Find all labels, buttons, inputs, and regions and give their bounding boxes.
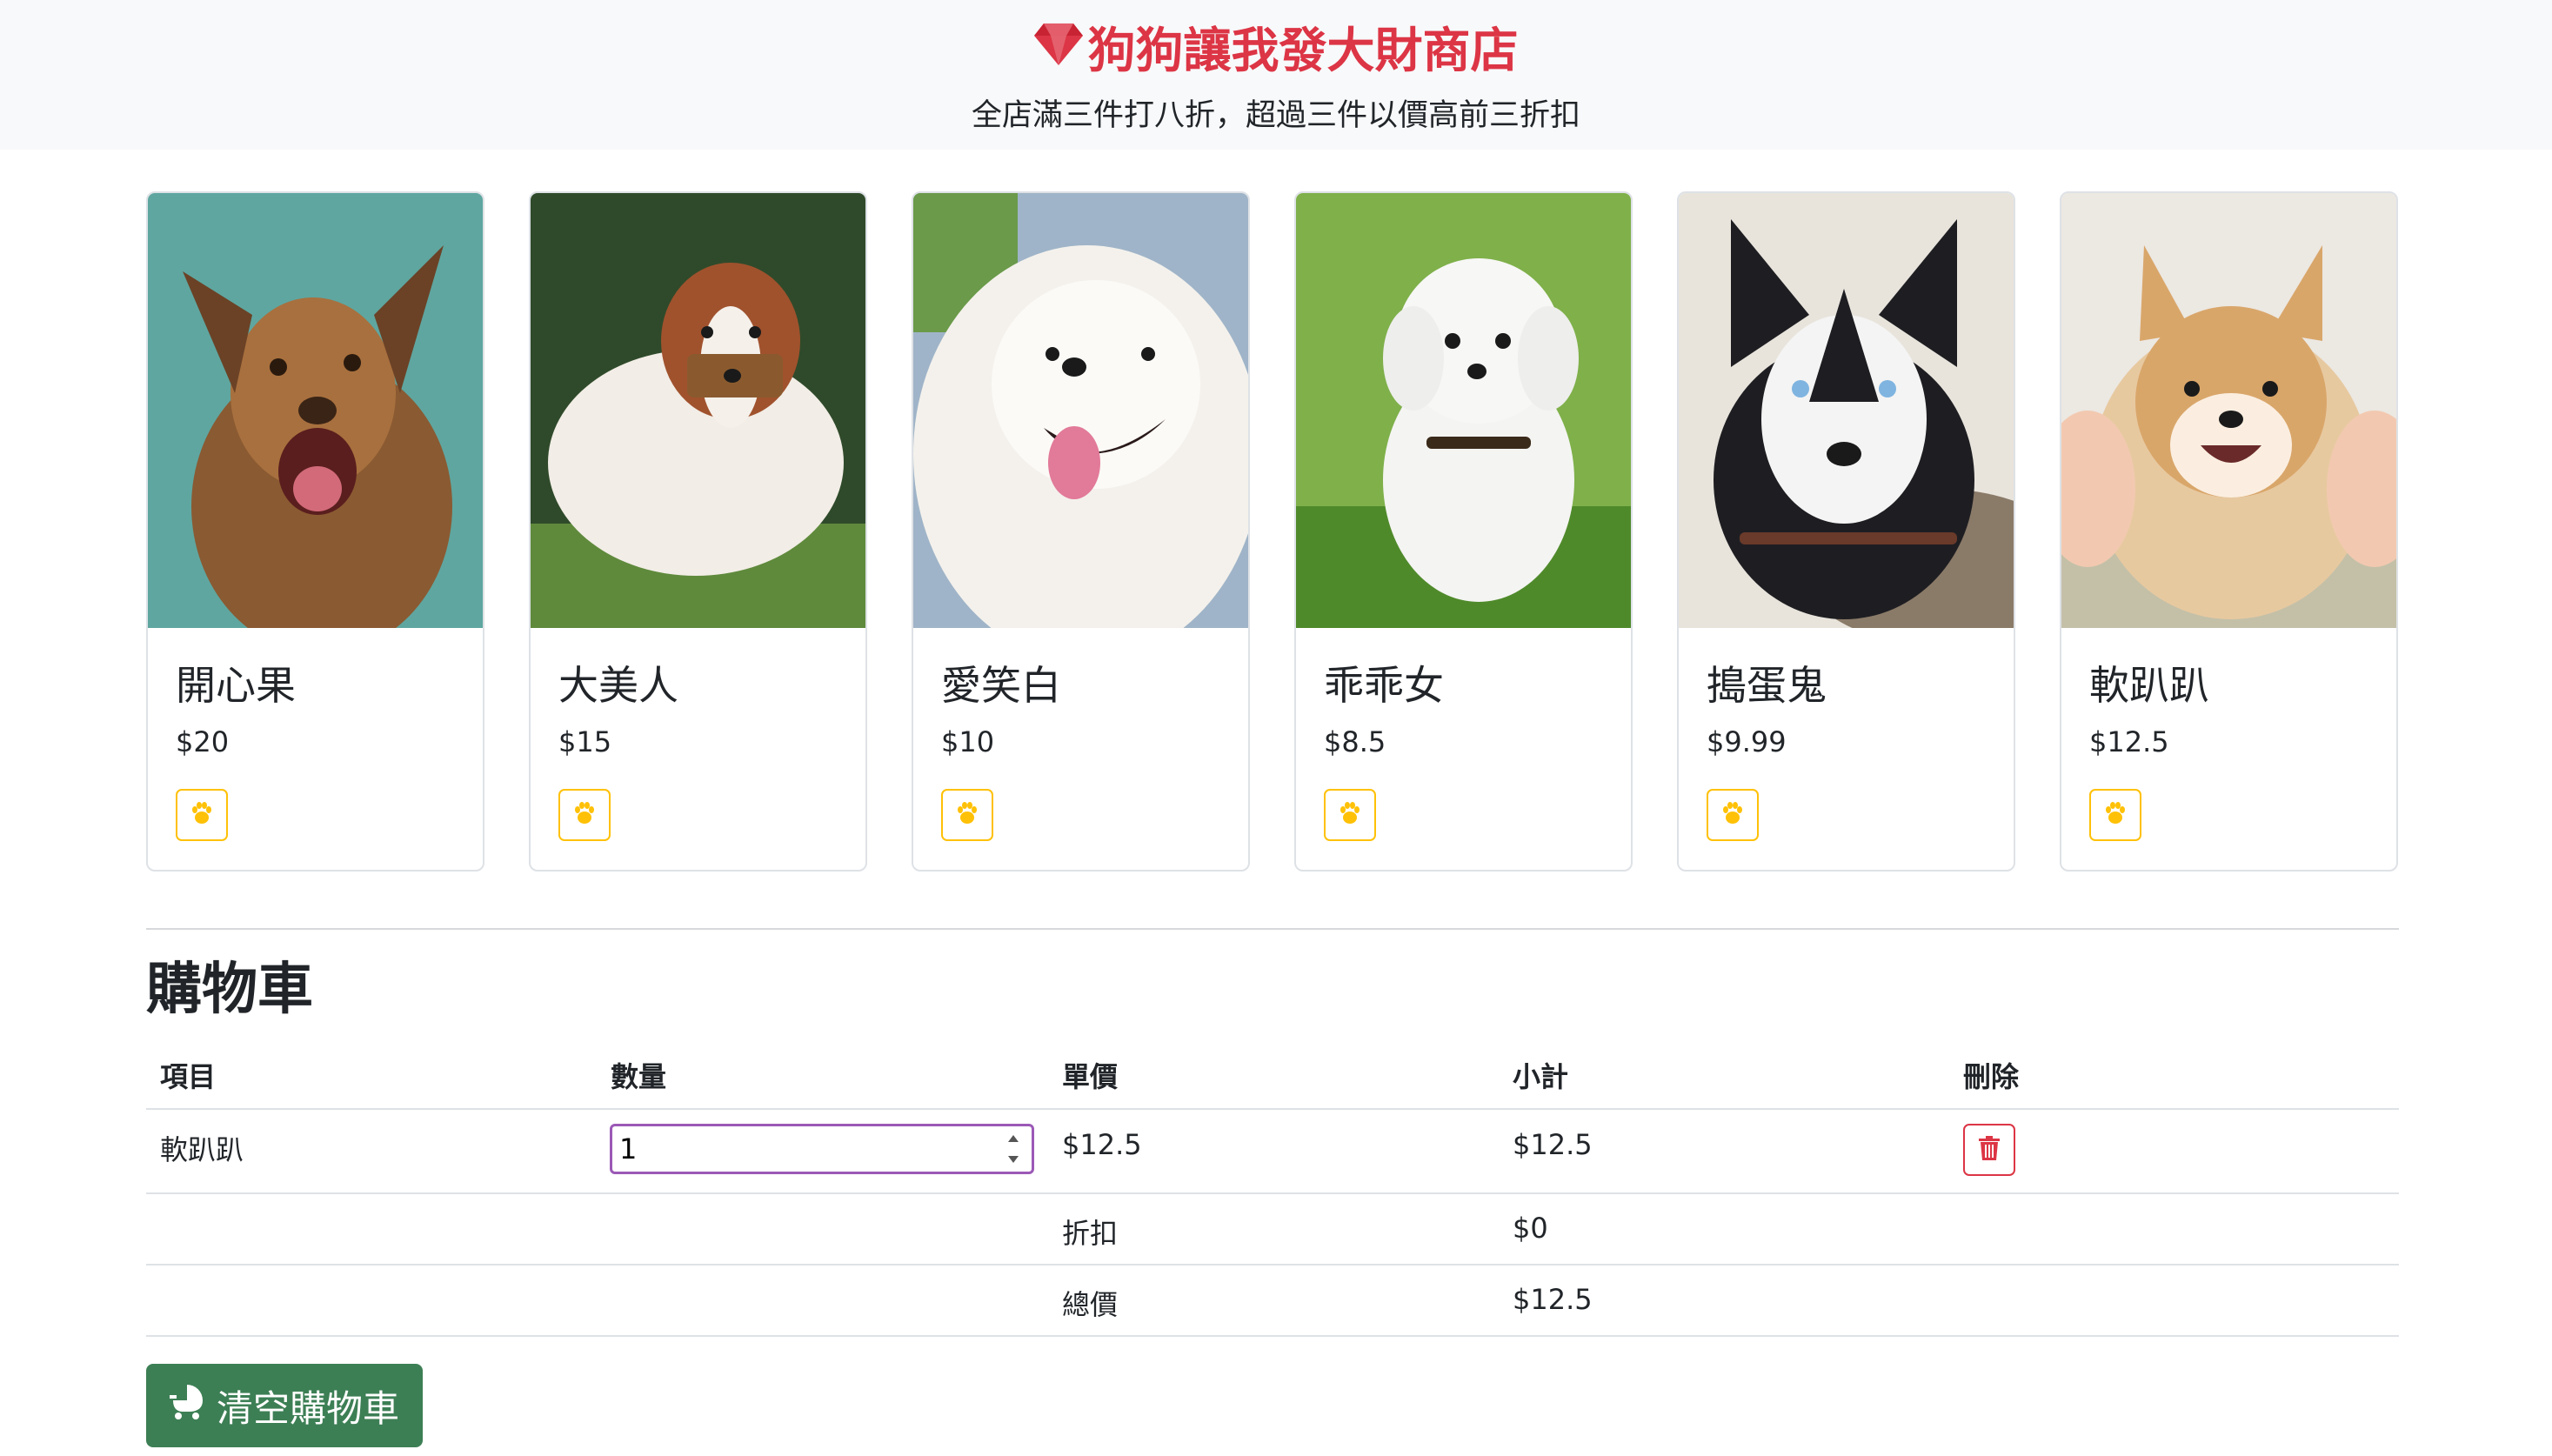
paw-icon [190, 802, 214, 828]
quantity-input[interactable] [610, 1124, 1034, 1174]
header-item: 項目 [160, 1060, 217, 1093]
header-quantity: 數量 [611, 1060, 667, 1093]
product-price: $15 [558, 725, 612, 758]
clear-cart-button[interactable]: 清空購物車 [146, 1364, 423, 1447]
product-card: 大美人 $15 [529, 191, 867, 872]
product-price: $20 [176, 725, 230, 758]
table-divider [146, 1335, 2399, 1337]
trash-icon [1979, 1136, 2000, 1164]
store-title: 狗狗讓我發大財商店 [0, 16, 2552, 85]
add-to-cart-button[interactable] [176, 789, 228, 841]
product-name: 乖乖女 [1324, 662, 1444, 709]
dog-photo [1679, 193, 2014, 628]
product-price: $9.99 [1707, 725, 1787, 758]
header-unit-price: 單價 [1062, 1060, 1119, 1093]
cart-item-unit-price: $12.5 [1062, 1128, 1142, 1161]
paw-icon [955, 802, 979, 828]
dog-photo [2061, 193, 2396, 628]
product-card: 愛笑白 $10 [912, 191, 1250, 872]
store-subtitle: 全店滿三件打八折，超過三件以價高前三折扣 [971, 98, 1580, 133]
store-title-text: 狗狗讓我發大財商店 [1087, 23, 1519, 78]
add-to-cart-button[interactable] [558, 789, 611, 841]
product-name: 搗蛋鬼 [1707, 662, 1827, 709]
section-divider [146, 928, 2399, 930]
add-to-cart-button[interactable] [1707, 789, 1759, 841]
product-name: 大美人 [558, 662, 678, 709]
dog-photo [531, 193, 865, 628]
total-value: $12.5 [1513, 1283, 1593, 1316]
paw-icon [1338, 802, 1362, 828]
paw-icon [2103, 802, 2128, 828]
product-price: $12.5 [2089, 725, 2169, 758]
quantity-stepper-icon[interactable] [1002, 1128, 1025, 1170]
product-card: 乖乖女 $8.5 [1294, 191, 1633, 872]
add-to-cart-button[interactable] [2089, 789, 2141, 841]
product-name: 開心果 [176, 662, 296, 709]
table-divider [146, 1192, 2399, 1194]
product-card: 搗蛋鬼 $9.99 [1677, 191, 2015, 872]
product-price: $10 [941, 725, 995, 758]
paw-icon [572, 802, 597, 828]
cart-item-name: 軟趴趴 [160, 1133, 244, 1166]
clear-cart-label: 清空購物車 [216, 1386, 399, 1430]
total-label: 總價 [1062, 1288, 1119, 1321]
cart-item-subtotal: $12.5 [1513, 1128, 1593, 1161]
gem-icon [1033, 16, 1084, 85]
header-delete: 刪除 [1963, 1060, 2020, 1093]
discount-value: $0 [1513, 1212, 1548, 1245]
add-to-cart-button[interactable] [1324, 789, 1376, 841]
table-divider [146, 1264, 2399, 1266]
page-header: 狗狗讓我發大財商店 全店滿三件打八折，超過三件以價高前三折扣 [0, 0, 2552, 150]
header-subtotal: 小計 [1513, 1060, 1569, 1093]
cart-title: 購物車 [146, 958, 313, 1022]
product-name: 軟趴趴 [2089, 662, 2209, 709]
delete-item-button[interactable] [1963, 1124, 2015, 1176]
baby-carriage-icon [169, 1383, 206, 1428]
dog-photo [148, 193, 483, 628]
discount-label: 折扣 [1062, 1217, 1119, 1250]
dog-photo [1296, 193, 1631, 628]
paw-icon [1720, 802, 1745, 828]
product-card: 軟趴趴 $12.5 [2060, 191, 2398, 872]
product-price: $8.5 [1324, 725, 1386, 758]
add-to-cart-button[interactable] [941, 789, 993, 841]
table-divider [146, 1108, 2399, 1110]
product-name: 愛笑白 [941, 662, 1061, 709]
product-card: 開心果 $20 [146, 191, 484, 872]
dog-photo [913, 193, 1248, 628]
